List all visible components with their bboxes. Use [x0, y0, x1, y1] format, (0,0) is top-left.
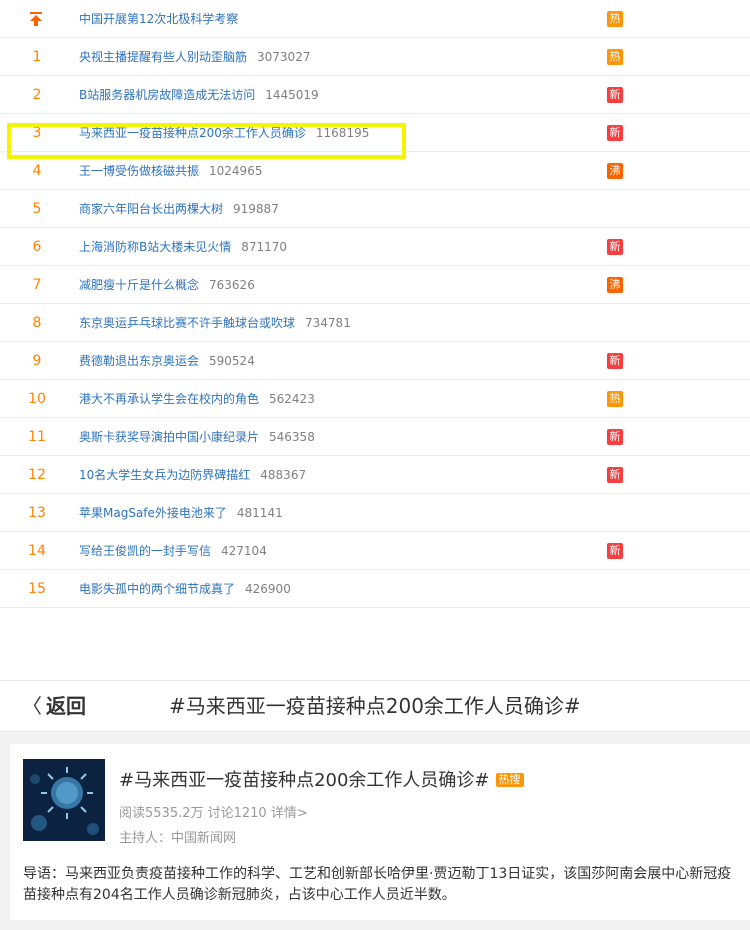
heat-count: 1445019: [265, 88, 319, 102]
new-badge: 新: [607, 239, 623, 255]
topic-link[interactable]: 电影失孤中的两个细节成真了 426900: [79, 570, 291, 608]
spacer: [0, 628, 750, 680]
heat-count: 734781: [305, 316, 351, 330]
list-item[interactable]: 14 写给王俊凯的一封手写信 427104 新: [0, 532, 750, 570]
new-badge: 新: [607, 353, 623, 369]
new-badge: 新: [607, 467, 623, 483]
rank-number: 15: [28, 581, 46, 597]
list-item[interactable]: 13 苹果MagSafe外接电池来了 481141: [0, 494, 750, 532]
list-item[interactable]: 15 电影失孤中的两个细节成真了 426900: [0, 570, 750, 608]
list-item[interactable]: 8 东京奥运乒乓球比赛不许手触球台或吹球 734781: [0, 304, 750, 342]
rank-number: 12: [28, 467, 46, 483]
topic-link[interactable]: 10名大学生女兵为边防界碑描红 488367: [79, 456, 306, 494]
rank-number: 7: [32, 277, 42, 293]
heat-count: 427104: [221, 544, 267, 558]
heat-count: 562423: [269, 392, 315, 406]
topic-host: 主持人：中国新闻网: [119, 831, 237, 846]
topic-link[interactable]: 商家六年阳台长出两棵大树 919887: [79, 190, 279, 228]
topic-link[interactable]: 奥斯卡获奖导演拍中国小康纪录片 546358: [79, 418, 315, 456]
list-item[interactable]: 6 上海消防称B站大楼未见火情 871170 新: [0, 228, 750, 266]
rank-number: 9: [32, 353, 42, 369]
rank-number: 10: [28, 391, 46, 407]
topic-stats[interactable]: 阅读5535.2万 讨论1210 详情>: [119, 802, 308, 821]
topic-title: #马来西亚一疫苗接种点200余工作人员确诊# 热搜: [119, 766, 524, 792]
topic-link[interactable]: 央视主播提醒有些人别动歪脑筋 3073027: [79, 38, 310, 76]
heat-count: 763626: [209, 278, 255, 292]
list-item[interactable]: 10 港大不再承认学生会在校内的角色 562423 热: [0, 380, 750, 418]
list-item[interactable]: 5 商家六年阳台长出两棵大树 919887: [0, 190, 750, 228]
list-item[interactable]: 中国开展第12次北极科学考察 热: [0, 0, 750, 38]
heat-count: 546358: [269, 430, 315, 444]
new-badge: 新: [607, 125, 623, 141]
heat-count: 481141: [236, 506, 283, 520]
back-button[interactable]: 〈返回: [22, 681, 86, 731]
topic-link[interactable]: 写给王俊凯的一封手写信 427104: [79, 532, 267, 570]
rank-number: 3: [32, 125, 42, 141]
rank-number: 5: [32, 201, 42, 217]
list-item[interactable]: 4 王一博受伤做核磁共振 1024965 沸: [0, 152, 750, 190]
rank-number: 4: [32, 163, 42, 179]
list-item[interactable]: 3 马来西亚一疫苗接种点200余工作人员确诊 1168195 新: [0, 114, 750, 152]
hot-search-list: 中国开展第12次北极科学考察 热 1 央视主播提醒有些人别动歪脑筋 3073027…: [0, 0, 750, 608]
list-item[interactable]: 7 减肥瘦十斤是什么概念 763626 沸: [0, 266, 750, 304]
new-badge: 新: [607, 87, 623, 103]
rank-number: 1: [32, 49, 42, 65]
heat-count: 426900: [245, 582, 291, 596]
pin-top-icon: [30, 12, 42, 26]
list-item[interactable]: 1 央视主播提醒有些人别动歪脑筋 3073027 热: [0, 38, 750, 76]
list-item[interactable]: 12 10名大学生女兵为边防界碑描红 488367 新: [0, 456, 750, 494]
hot-badge: 热: [607, 11, 623, 27]
boil-badge: 沸: [607, 163, 623, 179]
chevron-left-icon: 〈: [22, 694, 42, 718]
boil-badge: 沸: [607, 277, 623, 293]
topic-link[interactable]: 王一博受伤做核磁共振 1024965: [79, 152, 262, 190]
new-badge: 新: [607, 543, 623, 559]
topic-card: #马来西亚一疫苗接种点200余工作人员确诊# 热搜 阅读5535.2万 讨论121…: [10, 744, 750, 920]
heat-count: 590524: [209, 354, 255, 368]
topic-link[interactable]: 东京奥运乒乓球比赛不许手触球台或吹球 734781: [79, 304, 351, 342]
topic-link[interactable]: B站服务器机房故障造成无法访问 1445019: [79, 76, 319, 114]
topic-link[interactable]: 中国开展第12次北极科学考察: [79, 0, 238, 38]
rank-number: 6: [32, 239, 42, 255]
heat-count: 3073027: [257, 50, 311, 64]
list-item[interactable]: 9 费德勒退出东京奥运会 590524 新: [0, 342, 750, 380]
topic-link[interactable]: 上海消防称B站大楼未见火情 871170: [79, 228, 287, 266]
heat-count: 488367: [260, 468, 307, 482]
topic-intro: 导语：马来西亚负责疫苗接种工作的科学、工艺和创新部长哈伊里·贾迈勒丁13日证实，…: [23, 866, 732, 903]
hot-search-tag: 热搜: [495, 773, 524, 787]
heat-count: 871170: [241, 240, 288, 254]
heat-count: 919887: [233, 202, 279, 216]
page-title: #马来西亚一疫苗接种点200余工作人员确诊#: [169, 694, 581, 718]
heat-count: 1024965: [209, 164, 263, 178]
list-item[interactable]: 11 奥斯卡获奖导演拍中国小康纪录片 546358 新: [0, 418, 750, 456]
hot-badge: 热: [607, 49, 623, 65]
list-item[interactable]: 2 B站服务器机房故障造成无法访问 1445019 新: [0, 76, 750, 114]
rank-number: 8: [32, 315, 42, 331]
rank-number: 2: [32, 87, 42, 103]
hot-badge: 热: [607, 391, 623, 407]
rank-number: 14: [28, 543, 46, 559]
new-badge: 新: [607, 429, 623, 445]
topic-link[interactable]: 港大不再承认学生会在校内的角色 562423: [79, 380, 315, 418]
topic-link[interactable]: 马来西亚一疫苗接种点200余工作人员确诊 1168195: [79, 114, 369, 152]
heat-count: 1168195: [315, 126, 370, 140]
virus-image: [23, 759, 105, 841]
topic-link[interactable]: 减肥瘦十斤是什么概念 763626: [79, 266, 255, 304]
rank-number: 13: [28, 505, 46, 521]
topic-link[interactable]: 苹果MagSafe外接电池来了 481141: [79, 494, 283, 532]
topic-link[interactable]: 费德勒退出东京奥运会 590524: [79, 342, 255, 380]
topic-header-bar: 〈返回 #马来西亚一疫苗接种点200余工作人员确诊#: [0, 680, 750, 732]
back-label: 返回: [46, 694, 86, 718]
rank-number: 11: [28, 429, 46, 445]
